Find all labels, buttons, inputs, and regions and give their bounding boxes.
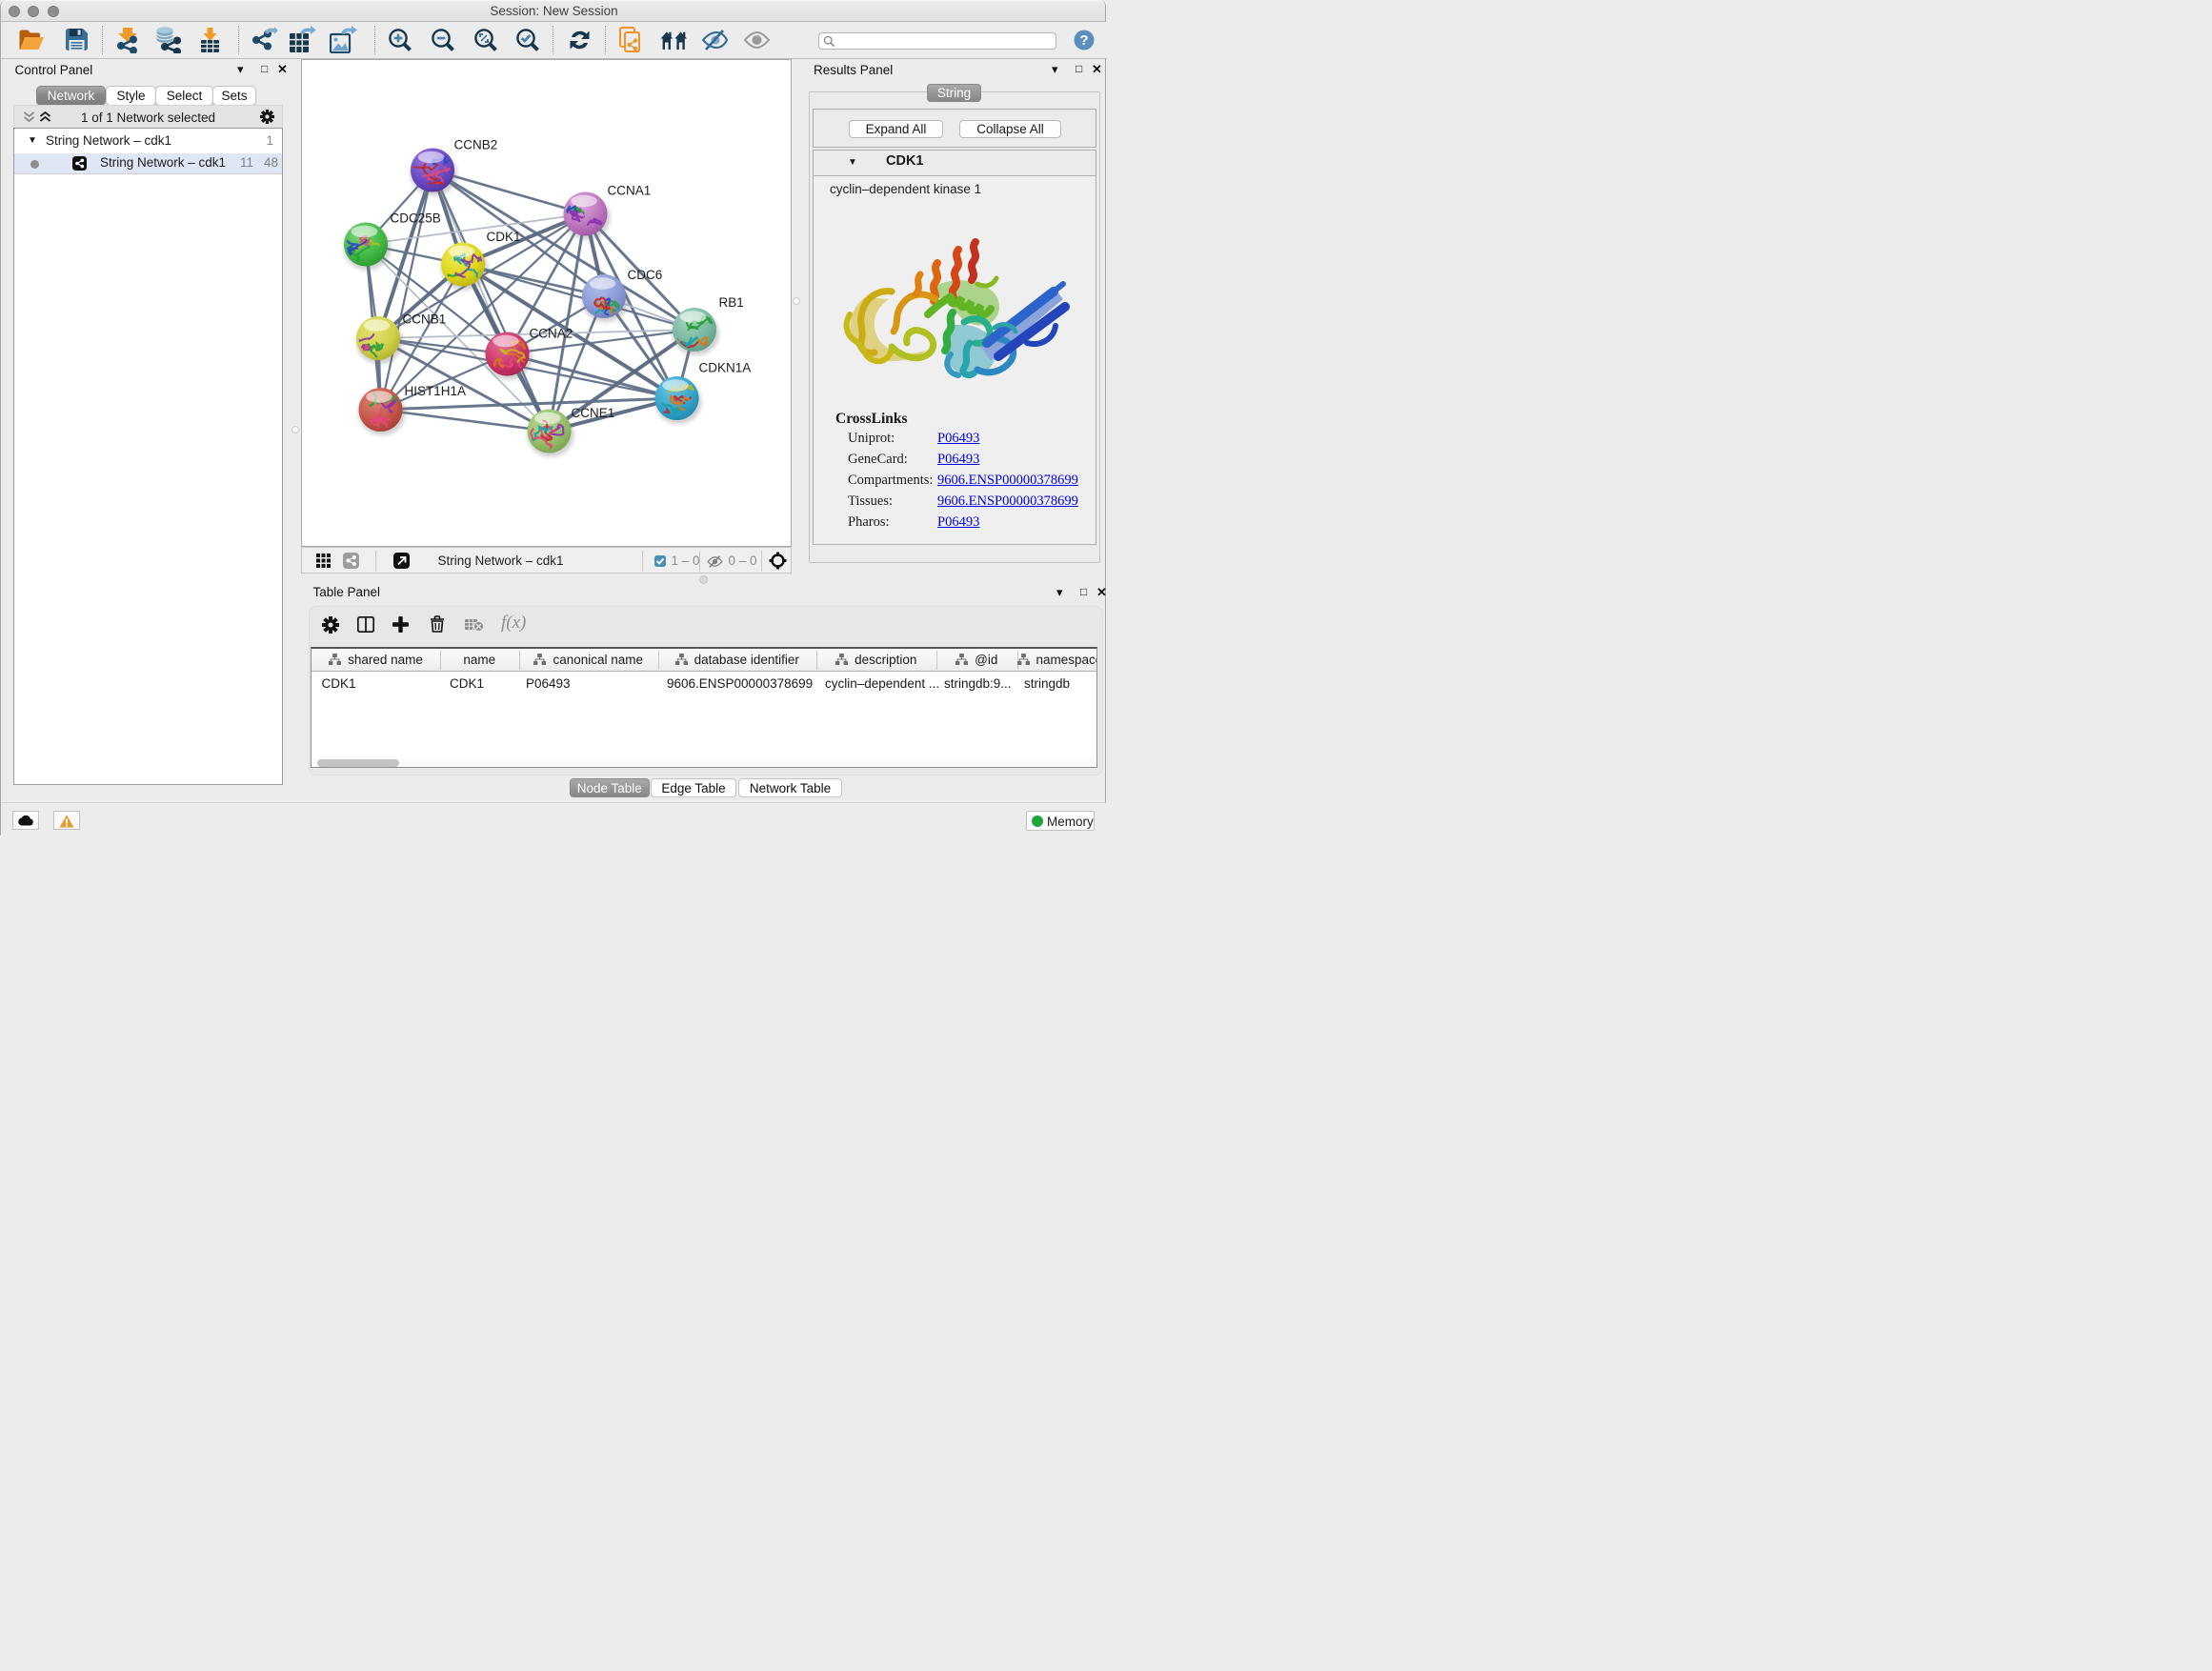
svg-text:CDK1: CDK1	[486, 230, 520, 244]
svg-text:CCNA1: CCNA1	[607, 184, 651, 198]
svg-text:CCNE1: CCNE1	[571, 406, 614, 420]
svg-text:CCNB1: CCNB1	[402, 312, 446, 327]
svg-text:RB1: RB1	[718, 295, 743, 310]
svg-text:HIST1H1A: HIST1H1A	[404, 384, 466, 398]
svg-text:CDKN1A: CDKN1A	[698, 361, 751, 375]
svg-text:CDC25B: CDC25B	[390, 211, 440, 226]
svg-text:CCNA2: CCNA2	[529, 327, 573, 341]
svg-text:?: ?	[1079, 32, 1088, 49]
svg-text:CCNB2: CCNB2	[453, 138, 497, 152]
svg-text:CDC6: CDC6	[627, 268, 662, 282]
